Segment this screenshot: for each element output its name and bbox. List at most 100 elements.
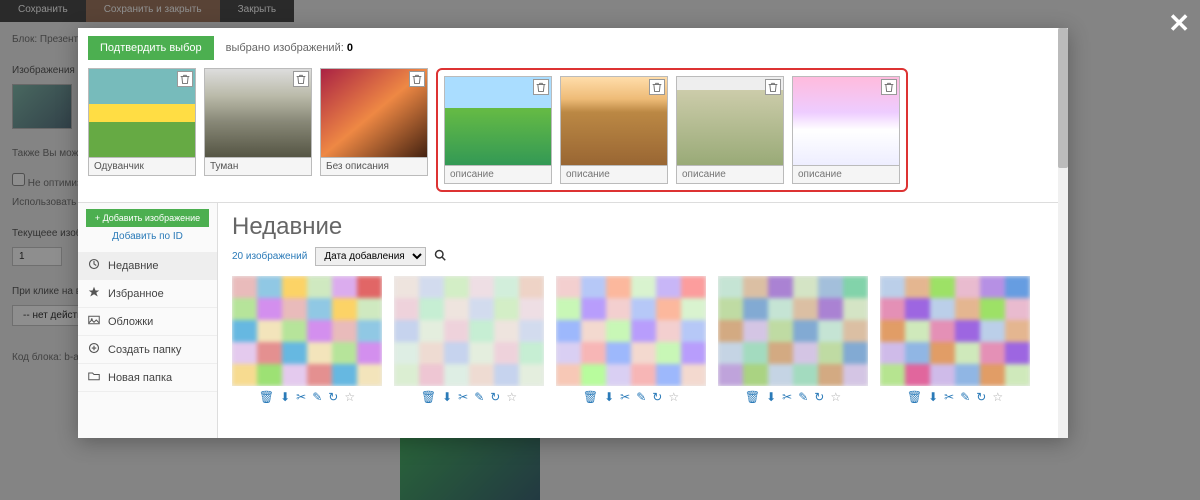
download-icon[interactable]: ⬇ [442,390,452,404]
modal-scrollbar[interactable] [1058,28,1068,438]
thumb-card[interactable] [560,76,668,184]
sidebar-item-folder[interactable]: Новая папка [78,364,217,392]
edit-icon[interactable]: ✎ [798,390,808,404]
action-row: 🗑 ⬇ ✂ ✎ ↻ ☆ [556,386,706,408]
star-icon [88,286,100,301]
sidebar-item-plus[interactable]: Создать папку [78,336,217,364]
cut-icon[interactable]: ✂ [782,390,792,404]
action-row: 🗑 ⬇ ✂ ✎ ↻ ☆ [880,386,1030,408]
cut-icon[interactable]: ✂ [620,390,630,404]
sidebar-item-star[interactable]: Избранное [78,280,217,308]
trash-icon[interactable] [765,79,781,95]
page-title: Недавние [232,213,1054,241]
sidebar-item-label: Новая папка [108,372,172,384]
trash-icon[interactable]: 🗑 [745,390,760,404]
action-row: 🗑 ⬇ ✂ ✎ ↻ ☆ [718,386,868,408]
thumb-image[interactable] [792,76,900,166]
caption-input[interactable] [682,169,778,180]
sidebar-item-clock[interactable]: Недавние [78,252,217,280]
thumb-card[interactable] [792,76,900,184]
cut-icon[interactable]: ✂ [458,390,468,404]
cut-icon[interactable]: ✂ [944,390,954,404]
edit-icon[interactable]: ✎ [312,390,322,404]
star-icon[interactable]: ☆ [992,390,1003,404]
star-icon[interactable]: ☆ [344,390,355,404]
trash-icon[interactable] [881,79,897,95]
thumb-caption: Туман [204,158,312,176]
sidebar-item-label: Недавние [108,260,159,272]
thumb-card[interactable] [676,76,784,184]
caption-input[interactable] [566,169,662,180]
image-picker-modal: Подтвердить выбор выбрано изображений: 0… [78,28,1068,438]
grid-card[interactable]: 🗑 ⬇ ✂ ✎ ↻ ☆ [394,276,544,408]
main-area: Недавние 20 изображений Дата добавления … [218,203,1068,438]
refresh-icon[interactable]: ↻ [652,390,662,404]
thumb-image[interactable] [204,68,312,158]
add-by-id-link[interactable]: Добавить по ID [78,231,217,242]
image-icon [88,314,100,329]
confirm-button[interactable]: Подтвердить выбор [88,36,214,60]
trash-icon[interactable]: 🗑 [259,390,274,404]
plus-icon [88,342,100,357]
image-count[interactable]: 20 изображений [232,251,307,262]
download-icon[interactable]: ⬇ [604,390,614,404]
star-icon[interactable]: ☆ [830,390,841,404]
refresh-icon[interactable]: ↻ [976,390,986,404]
grid-image[interactable] [880,276,1030,386]
close-icon[interactable]: ✕ [1168,8,1190,39]
thumb-image[interactable] [676,76,784,166]
clock-icon [88,258,100,273]
trash-icon[interactable]: 🗑 [421,390,436,404]
download-icon[interactable]: ⬇ [766,390,776,404]
grid-image[interactable] [394,276,544,386]
sidebar-item-image[interactable]: Обложки [78,308,217,336]
thumb-image[interactable] [444,76,552,166]
selected-count: выбрано изображений: 0 [226,42,353,54]
download-icon[interactable]: ⬇ [280,390,290,404]
thumb-card[interactable] [444,76,552,184]
edit-icon[interactable]: ✎ [474,390,484,404]
action-row: 🗑 ⬇ ✂ ✎ ↻ ☆ [232,386,382,408]
sidebar-item-label: Избранное [108,288,164,300]
trash-icon[interactable] [533,79,549,95]
sort-select[interactable]: Дата добавления [315,247,426,266]
thumb-caption: Одуванчик [88,158,196,176]
trash-icon[interactable]: 🗑 [583,390,598,404]
thumb-image[interactable] [560,76,668,166]
thumb-card[interactable]: Туман [204,68,312,192]
refresh-icon[interactable]: ↻ [490,390,500,404]
grid-image[interactable] [556,276,706,386]
trash-icon[interactable] [177,71,193,87]
grid-card[interactable]: 🗑 ⬇ ✂ ✎ ↻ ☆ [232,276,382,408]
sidebar-item-label: Обложки [108,316,153,328]
edit-icon[interactable]: ✎ [636,390,646,404]
refresh-icon[interactable]: ↻ [814,390,824,404]
new-images-highlight [436,68,908,192]
grid-card[interactable]: 🗑 ⬇ ✂ ✎ ↻ ☆ [718,276,868,408]
trash-icon[interactable] [293,71,309,87]
thumb-caption: Без описания [320,158,428,176]
grid-card[interactable]: 🗑 ⬇ ✂ ✎ ↻ ☆ [556,276,706,408]
caption-input[interactable] [798,169,894,180]
cut-icon[interactable]: ✂ [296,390,306,404]
trash-icon[interactable] [409,71,425,87]
add-image-button[interactable]: + Добавить изображение [86,209,209,227]
sidebar-item-label: Создать папку [108,344,181,356]
star-icon[interactable]: ☆ [668,390,679,404]
folder-icon [88,370,100,385]
thumb-image[interactable] [320,68,428,158]
grid-image[interactable] [232,276,382,386]
caption-input[interactable] [450,169,546,180]
download-icon[interactable]: ⬇ [928,390,938,404]
thumb-image[interactable] [88,68,196,158]
thumb-card[interactable]: Одуванчик [88,68,196,192]
trash-icon[interactable]: 🗑 [907,390,922,404]
thumb-card[interactable]: Без описания [320,68,428,192]
star-icon[interactable]: ☆ [506,390,517,404]
search-icon[interactable] [434,248,446,266]
grid-image[interactable] [718,276,868,386]
grid-card[interactable]: 🗑 ⬇ ✂ ✎ ↻ ☆ [880,276,1030,408]
refresh-icon[interactable]: ↻ [328,390,338,404]
trash-icon[interactable] [649,79,665,95]
edit-icon[interactable]: ✎ [960,390,970,404]
